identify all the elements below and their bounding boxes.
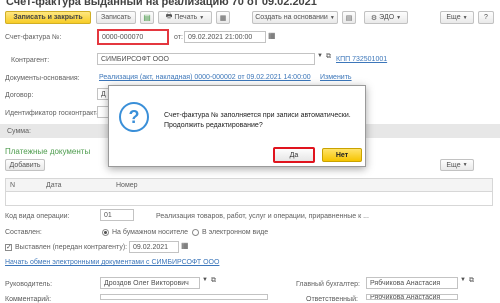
- no-button[interactable]: Нет: [322, 148, 362, 162]
- yes-button[interactable]: Да: [273, 147, 315, 163]
- dialog-message-line1: Счет-фактура № заполняется при записи ав…: [164, 112, 351, 119]
- question-icon: ?: [119, 102, 149, 132]
- dialog-message-line2: Продолжить редактирование?: [164, 122, 263, 129]
- confirm-dialog: ? Счет-фактура № заполняется при записи …: [108, 85, 366, 167]
